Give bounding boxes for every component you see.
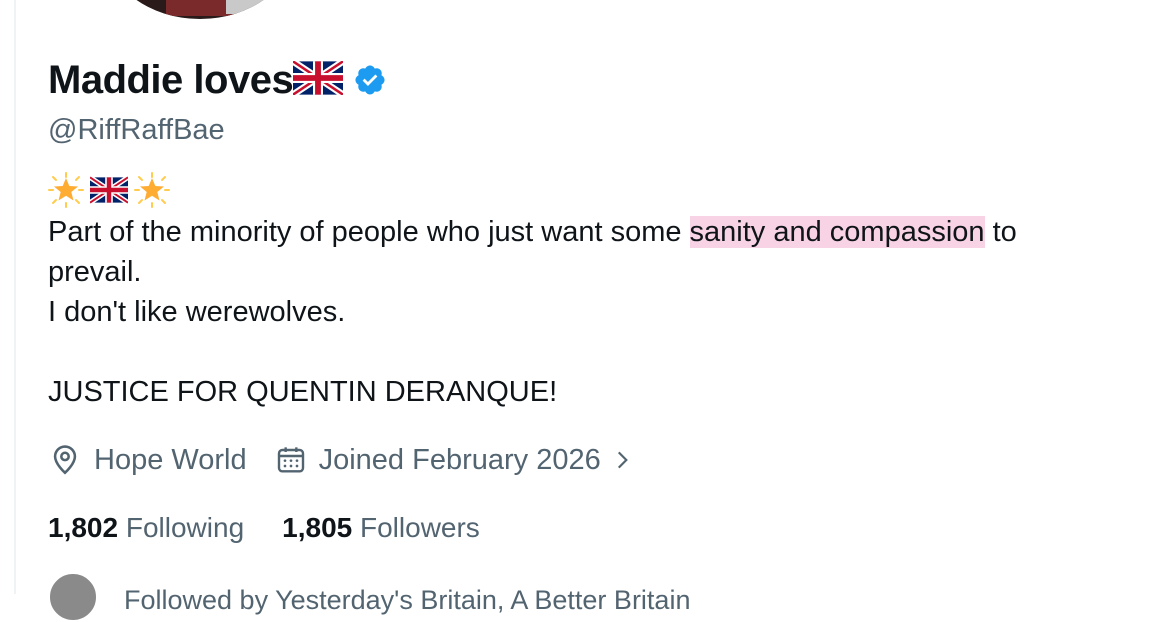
joined-text: Joined February 2026 xyxy=(318,443,601,476)
followed-by-row[interactable]: Followed by Yesterday's Britain, A Bette… xyxy=(48,572,690,622)
joined-date[interactable]: Joined February 2026 xyxy=(275,444,635,477)
avatar[interactable] xyxy=(102,0,298,23)
uk-flag-icon xyxy=(291,58,346,100)
bio-emoji-row xyxy=(48,171,170,213)
location: Hope World xyxy=(48,443,247,477)
timeline-border xyxy=(14,0,16,594)
glowing-star-icon xyxy=(48,171,84,213)
followed-by-text: Followed by Yesterday's Britain, A Bette… xyxy=(124,585,691,615)
display-name: Maddie loves xyxy=(48,58,294,102)
profile-name-row: Maddie loves xyxy=(48,54,387,106)
location-pin-icon xyxy=(53,445,77,475)
calendar-icon xyxy=(277,447,304,473)
verified-badge-icon[interactable] xyxy=(353,63,387,97)
handle: @RiffRaffBae xyxy=(48,114,225,146)
following-count: 1,802 xyxy=(48,512,119,543)
avatar xyxy=(48,572,98,622)
profile-meta: Hope World Joined February 2026 xyxy=(48,438,663,482)
bio-line: Part of the minority of people who just … xyxy=(48,216,1017,248)
highlighted-text: sanity and compassion xyxy=(689,216,985,248)
bio: Part of the minority of people who just … xyxy=(48,212,1138,412)
location-text: Hope World xyxy=(94,443,247,476)
uk-flag-icon xyxy=(88,174,130,209)
bio-line: prevail. xyxy=(48,256,142,288)
bio-line: JUSTICE FOR QUENTIN DERANQUE! xyxy=(48,376,558,408)
chevron-right-icon[interactable] xyxy=(609,445,635,475)
followers-count: 1,805 xyxy=(282,512,353,543)
glowing-star-icon xyxy=(134,171,170,213)
bio-line: I don't like werewolves. xyxy=(48,296,346,328)
following-label: Following xyxy=(125,512,245,543)
followers-link[interactable]: 1,805 Followers xyxy=(282,512,480,544)
follow-stats: 1,802 Following 1,805 Followers xyxy=(48,508,518,548)
followers-label: Followers xyxy=(360,512,480,543)
following-link[interactable]: 1,802 Following xyxy=(48,512,244,544)
